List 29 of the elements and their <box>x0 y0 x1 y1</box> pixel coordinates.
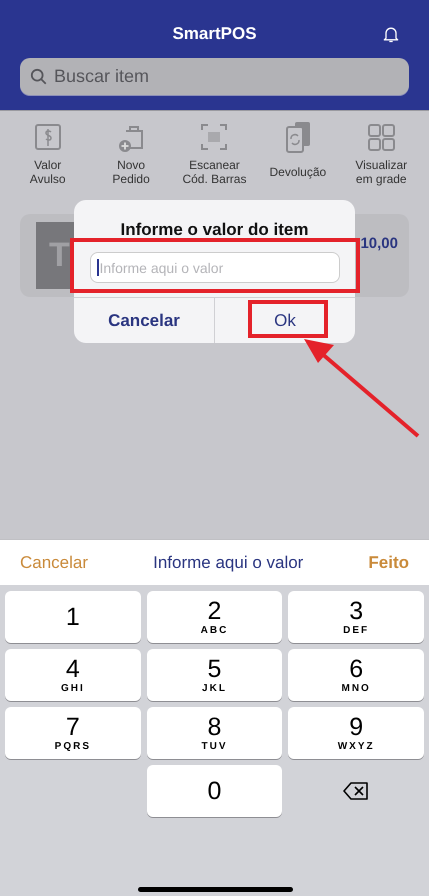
action-button[interactable]: Visualizar em grade <box>341 121 422 190</box>
app-title: SmartPOS <box>172 24 257 44</box>
search-placeholder: Buscar item <box>54 66 150 87</box>
dialog-title: Informe o valor do item <box>120 219 308 241</box>
keypad-key[interactable]: 2 ABC <box>146 591 282 643</box>
search-field[interactable]: Buscar item <box>20 58 409 95</box>
barcode-icon <box>199 121 230 153</box>
keypad-key[interactable]: 9 WXYZ <box>288 707 424 759</box>
keypad-key[interactable]: 5 JKL <box>146 649 282 701</box>
keypad-key[interactable]: 4 GHI <box>5 649 141 701</box>
action-button[interactable]: Escanear Cód. Barras <box>174 121 254 190</box>
keypad-key[interactable]: 7 PQRS <box>5 707 141 759</box>
keypad-key[interactable]: 0 <box>146 765 282 817</box>
input-field[interactable]: Informe aqui o valor <box>90 252 340 283</box>
action-button[interactable]: Valor Avulso <box>8 121 88 190</box>
dollar-icon <box>32 121 63 153</box>
backspace-icon[interactable] <box>343 781 370 801</box>
keypad-key[interactable]: 1 <box>5 591 141 643</box>
search-icon <box>30 68 48 86</box>
keypad-key[interactable]: 6 MNO <box>288 649 424 701</box>
ok-button[interactable]: Ok <box>214 298 355 343</box>
action-button[interactable]: Devolução <box>258 121 338 190</box>
action-button[interactable]: Novo Pedido <box>91 121 172 190</box>
keypad-key[interactable]: 3 DEF <box>288 591 424 643</box>
item-price: 10,00 <box>360 234 398 254</box>
field-prompt: Informe aqui o valor <box>153 552 304 572</box>
cancel-button[interactable]: Cancelar <box>74 298 214 343</box>
grid-icon <box>366 121 396 153</box>
keypad-key[interactable]: 8 TUV <box>146 707 282 759</box>
